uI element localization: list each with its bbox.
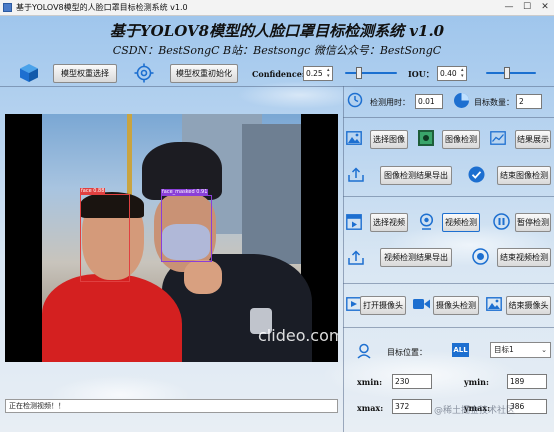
webcam-icon [419,213,434,230]
location-icon [357,343,371,359]
background-building-2 [242,124,301,264]
video-detect-button[interactable]: 视频检测 [442,213,480,232]
count-label: 目标数量： [474,98,514,107]
app-window: 基于YOLOV8模型的人脸口罩目标检测系统 v1.0 — ☐ ✕ 基于YOLOV… [0,0,554,432]
confidence-slider[interactable] [345,66,397,80]
page-title: 基于YOLOV8模型的人脸口罩目标检测系统 v1.0 [109,22,445,40]
app-icon [3,3,12,12]
pause-icon [493,213,510,230]
confidence-slider-handle[interactable] [356,67,362,79]
all-targets-badge: ALL [452,343,469,357]
open-camera-button[interactable]: 打开摄像头 [360,296,406,315]
iou-slider-handle[interactable] [504,67,510,79]
ymin-value: 189 [507,374,547,389]
video-display: face 0.88 face_masked 0.91 clideo.com [5,114,338,362]
cube-icon [20,64,38,82]
title-bar: 基于YOLOV8模型的人脸口罩目标检测系统 v1.0 — ☐ ✕ [0,0,554,16]
detection-label-face: face 0.88 [80,188,106,195]
time-label: 检测用时： [370,98,410,107]
stop-circle-icon [472,248,489,265]
weights-select-button[interactable]: 模型权重选择 [53,64,117,83]
end-camera-button[interactable]: 结束摄像头 [506,296,551,315]
count-value: 2 [516,94,542,109]
iou-slider[interactable] [486,66,536,80]
select-image-button[interactable]: 选择图像 [370,130,408,149]
video-file-icon [346,214,362,230]
panel-divider [343,86,344,432]
iou-label: IOU： [408,69,434,79]
confidence-spinbox[interactable]: 0.25 [303,66,333,81]
confidence-label: Confidence: [252,69,305,79]
hand [184,260,222,294]
person-child-jacket [42,274,182,362]
image-detect-icon [418,130,434,146]
detection-box-masked: face_masked 0.91 [161,189,212,262]
timer-icon [347,92,363,108]
maximize-button[interactable]: ☐ [518,0,536,15]
toolbar-divider [0,86,554,87]
target-select[interactable]: 目标1 ⌄ [490,342,551,358]
upload-icon [348,250,364,265]
video-section-divider [343,283,554,284]
video-export-button[interactable]: 视频检测结果导出 [380,248,452,267]
iou-slider-track [486,72,536,74]
detection-box-face: face 0.88 [80,188,130,282]
weights-init-button[interactable]: 模型权重初始化 [170,64,238,83]
video-watermark: clideo.com [258,326,338,345]
pie-chart-icon [454,93,469,108]
time-value: 0.01 [415,94,443,109]
upload-icon [348,167,364,182]
check-circle-icon [468,166,485,183]
status-bar: 正在检测视频！！ [5,399,338,413]
end-image-button[interactable]: 结束图像检测 [497,166,551,185]
pause-detect-button[interactable]: 暂停检测 [515,213,551,232]
stats-divider [343,117,554,118]
camera-detect-button[interactable]: 摄像头检测 [433,296,479,315]
iou-spinbox[interactable]: 0.40 [437,66,467,81]
window-title: 基于YOLOV8模型的人脸口罩目标检测系统 v1.0 [16,3,188,12]
image-section-divider [343,196,554,197]
target-settings-icon [134,63,154,83]
page-subtitle: CSDN：BestSongC B站：Bestsongc 微信公众号：BestSo… [112,44,442,57]
image-detect-button[interactable]: 图像检测 [442,130,480,149]
xmin-value: 230 [392,374,432,389]
chevron-down-icon: ⌄ [541,346,547,354]
chart-icon [490,131,506,145]
image-icon [486,297,502,311]
camera-section-divider [343,327,554,328]
xmin-label: xmin: [357,377,383,387]
xmax-label: xmax: [357,403,384,413]
video-frame: face 0.88 face_masked 0.91 clideo.com [42,114,338,362]
image-export-button[interactable]: 图像检测结果导出 [380,166,452,185]
select-video-button[interactable]: 选择视频 [370,213,408,232]
show-result-button[interactable]: 结果展示 [515,130,551,149]
image-icon [346,131,362,145]
xmax-value: 372 [392,399,432,414]
ymin-label: ymin: [464,377,489,387]
end-video-button[interactable]: 结束视频检测 [497,248,551,267]
close-button[interactable]: ✕ [536,0,554,15]
corner-watermark: @稀土掘金技术社区 [434,406,516,416]
target-select-value: 目标1 [494,345,514,354]
minimize-button[interactable]: — [500,0,518,15]
detection-label-masked: face_masked 0.91 [161,189,209,196]
position-label: 目标位置： [387,348,427,357]
confidence-slider-track [345,72,397,74]
video-camera-icon [413,299,430,309]
